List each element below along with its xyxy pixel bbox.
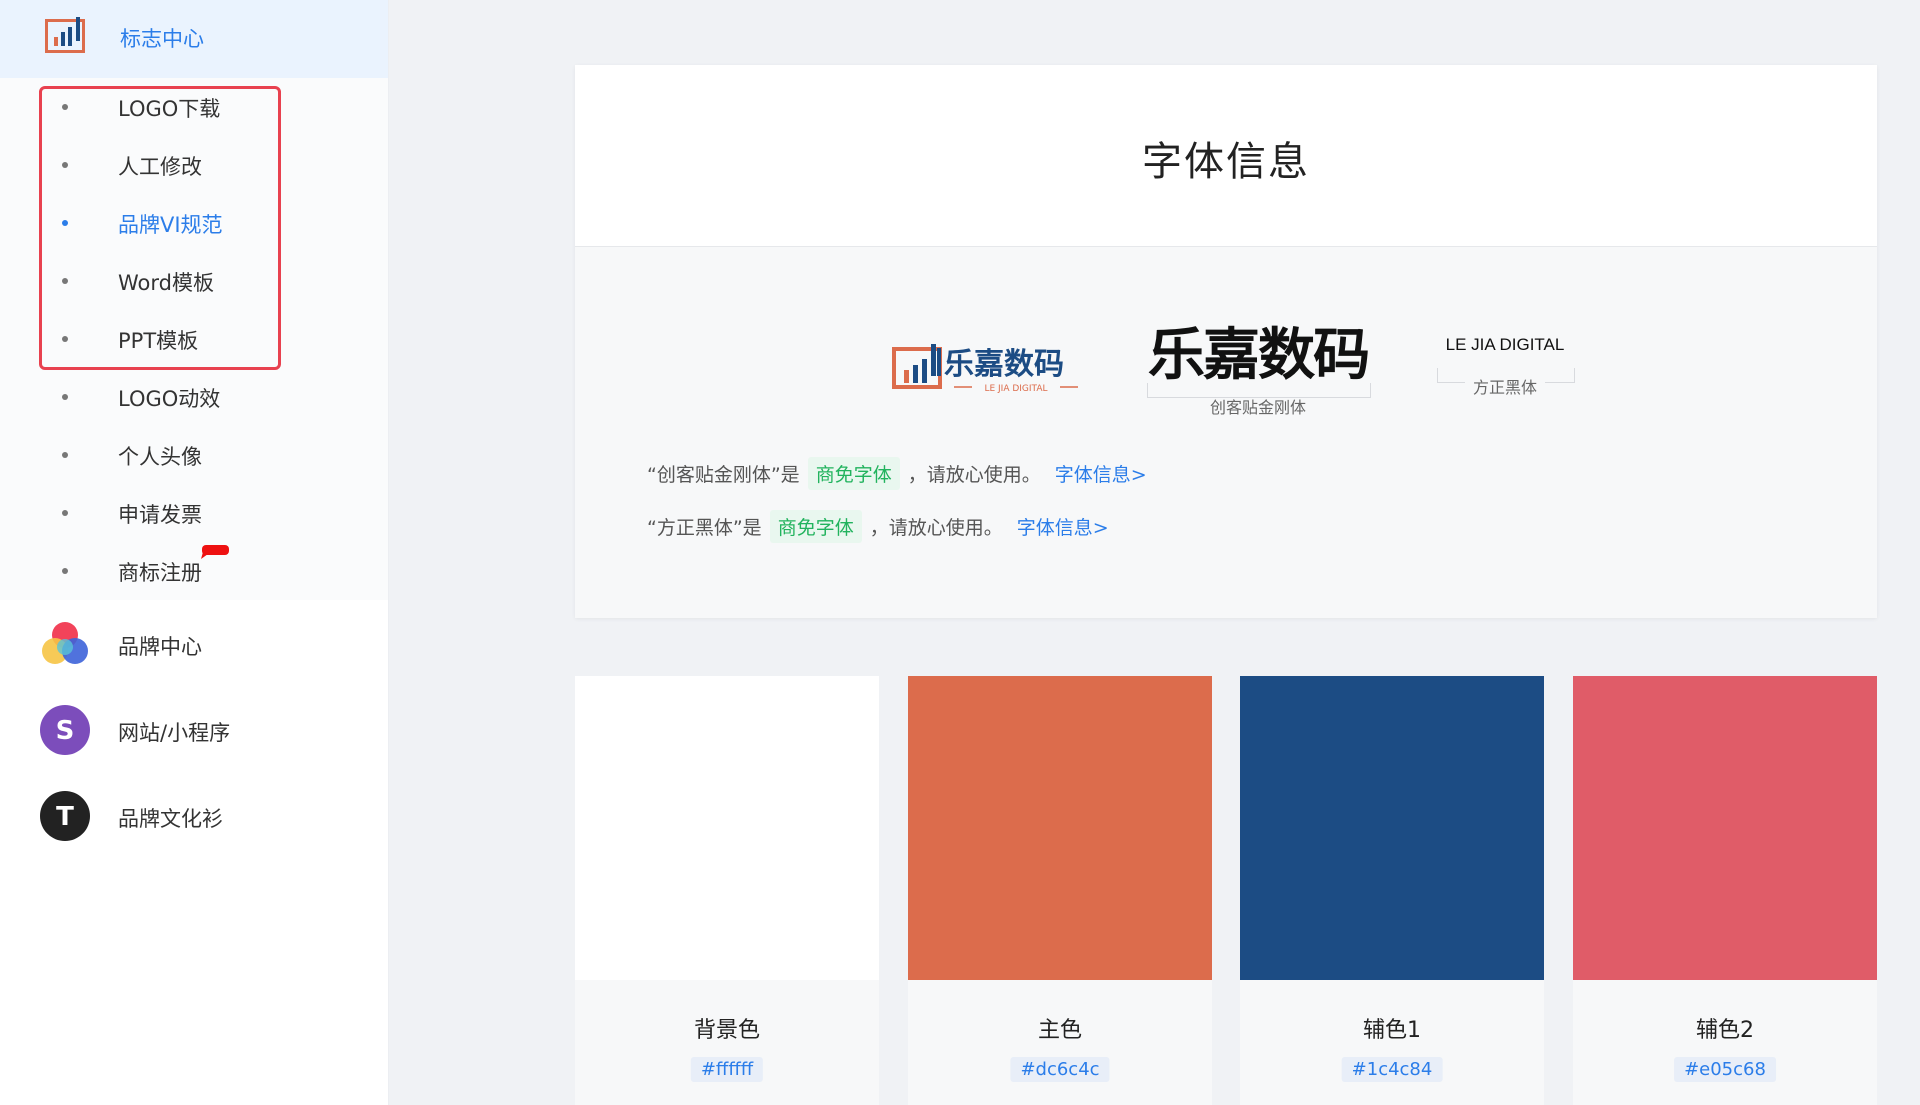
commercial-free-tag: 商免字体 bbox=[769, 510, 862, 543]
swatch-color bbox=[908, 676, 1212, 980]
font-info-link[interactable]: 字体信息> bbox=[1055, 460, 1147, 487]
color-swatch-secondary-1: 辅色1 #1c4c84 bbox=[1240, 676, 1544, 1105]
bullet-dot bbox=[62, 394, 68, 400]
commercial-free-tag: 商免字体 bbox=[807, 457, 900, 490]
nav-item-brand-center[interactable]: 品牌中心 bbox=[0, 600, 388, 686]
swatch-color bbox=[1240, 676, 1544, 980]
bar-chart-logo-icon bbox=[45, 17, 85, 53]
latin-font-sample: LE JIA DIGITAL bbox=[1445, 335, 1565, 354]
submenu-item-trademark[interactable]: 商标注册 bbox=[0, 542, 388, 600]
nav-label: 品牌中心 bbox=[118, 635, 202, 659]
nav-item-brand-tshirt[interactable]: T 品牌文化衫 bbox=[0, 772, 388, 858]
font-info-link[interactable]: 字体信息> bbox=[1017, 513, 1109, 540]
swatch-name: 主色 bbox=[1037, 1018, 1082, 1043]
color-swatch-primary: 主色 #dc6c4c bbox=[908, 676, 1212, 1105]
submenu-item-logo-animation[interactable]: LOGO动效 bbox=[0, 368, 388, 426]
swatch-name: 辅色2 bbox=[1696, 1018, 1754, 1043]
swatch-name: 辅色1 bbox=[1363, 1018, 1421, 1043]
font-license-line-1: “创客贴金刚体”是 商免字体 ，请放心使用。 字体信息> bbox=[647, 457, 1147, 490]
red-flag-badge bbox=[201, 545, 229, 559]
brand-name-en: LE JIA DIGITAL bbox=[984, 384, 1047, 394]
color-swatch-secondary-2: 辅色2 #e05c68 bbox=[1573, 676, 1877, 1105]
brand-logo: 乐嘉数码 LE JIA DIGITAL bbox=[892, 344, 1078, 394]
color-circles-icon bbox=[42, 622, 88, 664]
card-title: 字体信息 bbox=[1142, 139, 1310, 185]
submenu-label: 商标注册 bbox=[118, 561, 202, 585]
swatch-hex[interactable]: #e05c68 bbox=[1674, 1057, 1776, 1082]
t-letter: T bbox=[56, 802, 74, 832]
line-prefix: “方正黑体”是 bbox=[647, 517, 762, 539]
t-circle-icon: T bbox=[40, 791, 90, 841]
sidebar: 标志中心 LOGO下载 人工修改 品牌VI规范 Word模板 PPT模板 LOG… bbox=[0, 0, 388, 1105]
s-letter: S bbox=[56, 716, 75, 746]
swatch-hex[interactable]: #1c4c84 bbox=[1341, 1057, 1443, 1082]
submenu-label: LOGO动效 bbox=[118, 387, 221, 411]
nav-label: 网站/小程序 bbox=[118, 721, 231, 745]
swatch-name: 背景色 bbox=[693, 1018, 760, 1043]
brand-name-cn: 乐嘉数码 bbox=[944, 347, 1064, 382]
submenu-label: 申请发票 bbox=[118, 503, 202, 527]
latin-font-name: 方正黑体 bbox=[1464, 378, 1545, 397]
highlight-box bbox=[39, 86, 281, 370]
s-circle-icon: S bbox=[40, 705, 90, 755]
submenu-item-avatar[interactable]: 个人头像 bbox=[0, 426, 388, 484]
swatch-hex[interactable]: #ffffff bbox=[690, 1057, 764, 1082]
sidebar-header-logo-center[interactable]: 标志中心 bbox=[0, 0, 388, 78]
submenu-label: 个人头像 bbox=[118, 445, 202, 469]
display-font-sample: 乐嘉数码 bbox=[1147, 323, 1370, 388]
bullet-dot bbox=[62, 452, 68, 458]
line-suffix: ，请放心使用。 bbox=[869, 517, 1003, 539]
display-font-name: 创客贴金刚体 bbox=[1201, 398, 1314, 417]
swatch-color bbox=[1573, 676, 1877, 980]
line-prefix: “创客贴金刚体”是 bbox=[647, 464, 800, 486]
card-header: 字体信息 bbox=[575, 65, 1877, 247]
nav-label: 品牌文化衫 bbox=[118, 807, 223, 831]
line-suffix: ，请放心使用。 bbox=[907, 464, 1041, 486]
font-info-card: 字体信息 乐嘉数码 LE JIA DIGITAL 乐嘉数码 创客贴金刚体 LE … bbox=[575, 65, 1877, 618]
bullet-dot bbox=[62, 510, 68, 516]
font-license-line-2: “方正黑体”是 商免字体 ，请放心使用。 字体信息> bbox=[647, 510, 1109, 543]
submenu-item-invoice[interactable]: 申请发票 bbox=[0, 484, 388, 542]
bullet-dot bbox=[62, 568, 68, 574]
swatch-color bbox=[575, 676, 879, 980]
nav-item-website-miniprogram[interactable]: S 网站/小程序 bbox=[0, 686, 388, 772]
color-swatch-background: 背景色 #ffffff bbox=[575, 676, 879, 1105]
sidebar-header-title: 标志中心 bbox=[120, 27, 204, 51]
swatch-hex[interactable]: #dc6c4c bbox=[1010, 1057, 1110, 1082]
